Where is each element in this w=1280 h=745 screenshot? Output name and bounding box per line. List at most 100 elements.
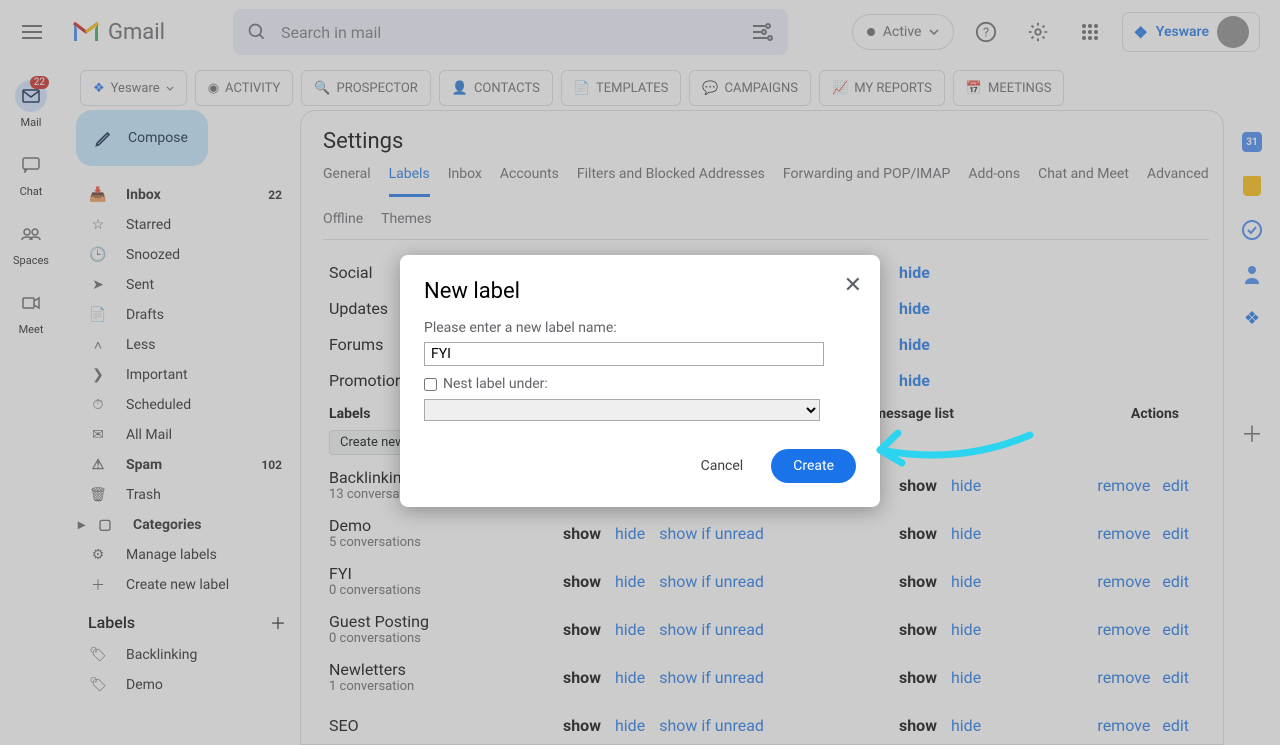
tab-labels[interactable]: Labels [389,166,430,197]
yw-reports[interactable]: 📈MY REPORTS [819,70,945,106]
show-link[interactable]: show [563,668,601,687]
sidebar-item-spam[interactable]: ⚠Spam102 [76,450,300,480]
yw-campaigns[interactable]: 💬CAMPAIGNS [689,70,811,106]
show-link[interactable]: show [899,572,937,591]
yesware-chip[interactable]: ❖ Yesware [1122,12,1260,52]
sidebar-item-manage-labels[interactable]: ⚙Manage labels [76,540,300,570]
sidebar-item-inbox[interactable]: 📥Inbox22 [76,180,300,210]
tab-inbox[interactable]: Inbox [448,166,482,197]
remove-link[interactable]: remove [1097,620,1150,639]
sidebar-label-demo[interactable]: 🏷Demo [76,670,300,700]
show-link[interactable]: show [899,668,937,687]
yw-contacts[interactable]: 👤CONTACTS [439,70,553,106]
show-if-unread-link[interactable]: show if unread [659,524,764,543]
sidebar-item-scheduled[interactable]: ⏱Scheduled [76,390,300,420]
hide-link[interactable]: hide [615,668,645,687]
tab-filters-and-blocked-addresses[interactable]: Filters and Blocked Addresses [577,166,765,197]
hide-link[interactable]: hide [951,524,981,543]
show-link[interactable]: show [563,620,601,639]
tab-accounts[interactable]: Accounts [500,166,559,197]
hide-link[interactable]: hide [951,572,981,591]
hide-link[interactable]: hide [899,335,930,354]
yesware-brand-button[interactable]: ❖Yesware [80,70,187,106]
sidebar-item-create-new-label[interactable]: ＋Create new label [76,570,300,600]
rail-chat[interactable]: Chat [15,149,47,198]
yw-activity[interactable]: ◉ACTIVITY [195,70,294,106]
show-link[interactable]: show [563,572,601,591]
sidebar-item-trash[interactable]: 🗑Trash [76,480,300,510]
hide-link[interactable]: hide [899,263,930,282]
sidebar-item-sent[interactable]: ➤Sent [76,270,300,300]
edit-link[interactable]: edit [1162,716,1189,735]
show-if-unread-link[interactable]: show if unread [659,716,764,735]
sidebar-item-less[interactable]: ˄Less [76,330,300,360]
tab-forwarding-and-pop-imap[interactable]: Forwarding and POP/IMAP [783,166,950,197]
hide-link[interactable]: hide [899,299,930,318]
remove-link[interactable]: remove [1097,716,1150,735]
sidebar-item-important[interactable]: ❯Important [76,360,300,390]
hide-link[interactable]: hide [951,716,981,735]
hide-link[interactable]: hide [899,371,930,390]
show-if-unread-link[interactable]: show if unread [659,620,764,639]
tune-icon[interactable] [750,20,774,44]
edit-link[interactable]: edit [1162,620,1189,639]
hide-link[interactable]: hide [951,668,981,687]
create-button[interactable]: Create [771,449,856,483]
close-icon[interactable]: ✕ [844,273,862,298]
main-menu-button[interactable] [8,8,56,56]
sidebar-label-backlinking[interactable]: 🏷Backlinking [76,640,300,670]
status-badge[interactable]: Active [852,14,955,50]
hide-link[interactable]: hide [615,716,645,735]
hide-link[interactable]: hide [615,620,645,639]
show-if-unread-link[interactable]: show if unread [659,668,764,687]
apps-button[interactable] [1070,12,1110,52]
remove-link[interactable]: remove [1097,524,1150,543]
sidebar-item-snoozed[interactable]: 🕒Snoozed [76,240,300,270]
sidebar-item-all-mail[interactable]: ✉All Mail [76,420,300,450]
tab-add-ons[interactable]: Add-ons [968,166,1020,197]
rail-meet[interactable]: Meet [15,287,47,336]
rail-spaces[interactable]: Spaces [13,218,49,267]
hide-link[interactable]: hide [615,524,645,543]
hide-link[interactable]: hide [951,620,981,639]
hide-link[interactable]: hide [951,476,981,495]
keep-icon[interactable] [1243,176,1261,196]
yw-templates[interactable]: 📄TEMPLATES [561,70,682,106]
hide-link[interactable]: hide [615,572,645,591]
edit-link[interactable]: edit [1162,668,1189,687]
nest-parent-select[interactable] [424,399,820,421]
yw-prospector[interactable]: 🔍PROSPECTOR [301,70,430,106]
remove-link[interactable]: remove [1097,572,1150,591]
show-link[interactable]: show [899,716,937,735]
tab-offline[interactable]: Offline [323,211,363,239]
tasks-icon[interactable] [1242,220,1262,240]
tab-general[interactable]: General [323,166,371,197]
contacts-icon[interactable] [1243,264,1261,284]
gmail-logo[interactable]: Gmail [72,20,165,45]
search-input[interactable] [281,23,750,42]
sidebar-item-drafts[interactable]: 📄Drafts [76,300,300,330]
help-button[interactable]: ? [966,12,1006,52]
show-link[interactable]: show [563,524,601,543]
show-link[interactable]: show [899,524,937,543]
search-box[interactable] [233,9,788,55]
show-link[interactable]: show [563,716,601,735]
cancel-button[interactable]: Cancel [689,450,756,482]
settings-button[interactable] [1018,12,1058,52]
tab-chat-and-meet[interactable]: Chat and Meet [1038,166,1129,197]
avatar[interactable] [1217,16,1249,48]
sidebar-item-starred[interactable]: ☆Starred [76,210,300,240]
compose-button[interactable]: Compose [76,110,208,166]
show-link[interactable]: show [899,476,937,495]
remove-link[interactable]: remove [1097,476,1150,495]
add-label-icon[interactable]: ＋ [270,610,286,634]
add-panel-button[interactable]: ＋ [1241,417,1263,449]
tab-advanced[interactable]: Advanced [1147,166,1209,197]
label-name-input[interactable] [424,342,824,366]
edit-link[interactable]: edit [1162,524,1189,543]
show-link[interactable]: show [899,620,937,639]
show-if-unread-link[interactable]: show if unread [659,572,764,591]
nest-checkbox[interactable] [424,378,437,391]
yw-meetings[interactable]: 📅MEETINGS [953,70,1065,106]
edit-link[interactable]: edit [1162,572,1189,591]
